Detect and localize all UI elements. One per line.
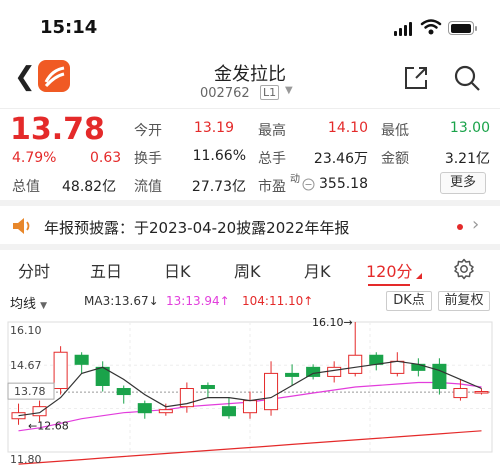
status-time: 15:14	[40, 17, 98, 38]
stock-code: 002762	[200, 86, 250, 101]
candle-body	[327, 366, 342, 377]
tab-intraday[interactable]: 分时	[18, 258, 50, 282]
amount-value: 3.21亿	[444, 151, 490, 167]
last-price-label: 13.78	[14, 385, 46, 398]
ma13-legend: 13:13.94↑	[166, 294, 230, 308]
y-tick-label: 11.80	[10, 453, 42, 465]
more-button[interactable]: 更多	[440, 172, 486, 194]
candle-body	[200, 384, 215, 390]
section-gap	[0, 244, 500, 250]
pe-dynamic-mark: 动	[290, 174, 300, 185]
quote-panel: 13.78 4.79% 0.63 总值 48.82亿 今开 13.19 最高 1…	[0, 108, 500, 200]
chart-toolbar: 均线 ▼ MA3:13.67↓ 13:13.94↑ 104:11.10↑ DK点…	[0, 290, 500, 314]
indicator-select[interactable]: 均线 ▼	[10, 293, 47, 312]
candle-body	[390, 360, 405, 374]
candle-body	[474, 391, 489, 394]
change-amount: 0.63	[90, 150, 122, 166]
status-bar: 15:14	[0, 0, 500, 52]
signal-icon	[394, 22, 414, 36]
candle-body	[137, 403, 152, 414]
adjust-price-button[interactable]: 前复权	[438, 291, 490, 311]
candle-body	[53, 351, 68, 390]
pe-value: 355.18	[319, 176, 368, 192]
tab-corner-mark	[416, 273, 422, 279]
ma104-legend: 104:11.10↑	[242, 294, 314, 308]
tab-five-day[interactable]: 五日	[90, 258, 122, 282]
candle-body	[306, 366, 321, 377]
turnover-value: 11.66%	[192, 148, 246, 164]
last-price: 13.78	[10, 112, 105, 147]
chevron-down-icon[interactable]: ▼	[285, 85, 293, 96]
speaker-icon	[13, 218, 30, 234]
high-value: 14.10	[327, 120, 368, 136]
section-gap	[0, 200, 500, 206]
candle-body	[285, 372, 300, 377]
candle-body	[348, 354, 363, 374]
search-icon[interactable]	[453, 64, 481, 92]
candle-body	[453, 388, 468, 399]
open-label: 今开	[134, 123, 162, 139]
change-percent: 4.79%	[12, 150, 57, 166]
nav-bar: ❮ 金发拉比 002762 L1 ▼	[0, 52, 500, 108]
wifi-icon	[420, 19, 442, 35]
low-label: 最低	[381, 123, 409, 139]
tab-daily-k[interactable]: 日K	[164, 258, 191, 282]
candle-body	[116, 388, 131, 396]
turnover-label: 换手	[134, 151, 162, 167]
battery-icon	[448, 21, 477, 35]
low-annotation: ←12.68	[28, 419, 69, 432]
tab-weekly-k[interactable]: 周K	[234, 258, 261, 282]
tab-120-min[interactable]: 120分	[366, 258, 413, 282]
float-cap-value: 27.73亿	[191, 179, 246, 195]
amount-label: 金额	[381, 151, 409, 167]
candle-body	[432, 363, 447, 390]
float-cap-label: 流值	[134, 179, 162, 195]
period-tabs: 分时 五日 日K 周K 月K 120分	[0, 252, 500, 288]
chevron-right-icon[interactable]: ›	[472, 214, 479, 235]
dk-point-button[interactable]: DK点	[386, 291, 432, 311]
kline-chart[interactable]: 16.10 14.67 13.78 11.80 16.10→ ←12.68	[0, 314, 500, 465]
unread-dot	[457, 224, 463, 230]
candle-body	[74, 354, 89, 365]
open-value: 13.19	[193, 120, 234, 136]
candle-body	[264, 372, 279, 411]
candle-body	[158, 409, 173, 414]
pe-label: 市盈	[258, 179, 286, 195]
ma3-legend: MA3:13.67↓	[84, 294, 159, 308]
low-value: 13.00	[449, 120, 490, 136]
share-icon[interactable]	[402, 64, 430, 92]
tab-monthly-k[interactable]: 月K	[304, 258, 331, 282]
market-cap-value: 48.82亿	[62, 179, 117, 195]
high-annotation: 16.10→	[312, 316, 353, 329]
notice-bar[interactable]: 年报预披露：于2023-04-20披露2022年年报 ›	[0, 208, 500, 244]
volume-label: 总手	[258, 151, 286, 167]
gear-icon[interactable]	[453, 258, 475, 280]
y-tick-label: 14.67	[10, 359, 42, 372]
y-tick-label: 16.10	[10, 324, 42, 337]
level-badge[interactable]: L1	[260, 85, 280, 100]
market-cap-label: 总值	[12, 179, 40, 195]
active-tab-underline	[368, 284, 410, 286]
volume-value: 23.46万	[313, 151, 368, 167]
notice-text: 年报预披露：于2023-04-20披露2022年年报	[44, 219, 350, 237]
candle-body	[221, 406, 236, 417]
high-label: 最高	[258, 123, 286, 139]
candle-body	[369, 354, 384, 365]
candle-body	[32, 406, 47, 417]
candle-body	[242, 400, 258, 414]
ma104-line	[18, 430, 482, 465]
